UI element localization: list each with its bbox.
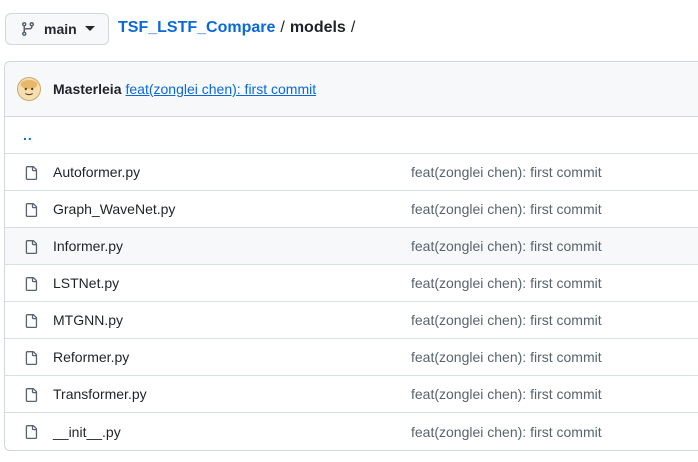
caret-down-icon: [84, 26, 95, 32]
latest-commit-header: Masterleia feat(zonglei chen): first com…: [5, 62, 698, 117]
file-last-commit-link[interactable]: feat(zonglei chen): first commit: [411, 386, 602, 402]
file-last-commit-link[interactable]: feat(zonglei chen): first commit: [411, 164, 602, 180]
file-name-link[interactable]: Autoformer.py: [53, 164, 140, 180]
file-last-commit-link[interactable]: feat(zonglei chen): first commit: [411, 238, 602, 254]
file-icon: [24, 350, 38, 366]
avatar[interactable]: [17, 77, 41, 101]
breadcrumb-repo-link[interactable]: TSF_LSTF_Compare: [118, 19, 275, 37]
file-icon: [24, 239, 38, 255]
commit-author[interactable]: Masterleia: [53, 81, 121, 97]
breadcrumb-separator: /: [280, 19, 285, 36]
file-icon: [24, 165, 38, 181]
file-icon: [24, 387, 38, 403]
file-icon: [24, 424, 38, 440]
file-name-link[interactable]: Transformer.py: [53, 386, 147, 402]
file-row[interactable]: Informer.py feat(zonglei chen): first com…: [5, 228, 698, 265]
file-row[interactable]: Transformer.py feat(zonglei chen): first …: [5, 376, 698, 413]
file-icon: [24, 276, 38, 292]
branch-name: main: [44, 21, 77, 37]
parent-directory-link[interactable]: ..: [23, 127, 33, 143]
file-last-commit-link[interactable]: feat(zonglei chen): first commit: [411, 201, 602, 217]
file-list-box: Masterleia feat(zonglei chen): first com…: [4, 61, 698, 451]
breadcrumb-trailing-separator: /: [350, 19, 356, 36]
file-icon: [24, 313, 38, 329]
branch-selector-button[interactable]: main: [5, 13, 109, 45]
file-row[interactable]: Reformer.py feat(zonglei chen): first com…: [5, 339, 698, 376]
file-last-commit-link[interactable]: feat(zonglei chen): first commit: [411, 349, 602, 365]
breadcrumb: TSF_LSTF_Compare / models /: [118, 19, 360, 37]
file-row[interactable]: __init__.py feat(zonglei chen): first com…: [5, 413, 698, 450]
latest-commit-message-link[interactable]: feat(zonglei chen): first commit: [125, 81, 316, 97]
file-name-link[interactable]: MTGNN.py: [53, 312, 123, 328]
breadcrumb-current-dir: models: [289, 19, 346, 36]
file-rows: Autoformer.py feat(zonglei chen): first c…: [5, 154, 698, 450]
file-name-link[interactable]: __init__.py: [53, 424, 121, 440]
file-last-commit-link[interactable]: feat(zonglei chen): first commit: [411, 424, 602, 440]
repo-topbar: main TSF_LSTF_Compare / models /: [0, 0, 698, 60]
parent-directory-row[interactable]: ..: [5, 117, 698, 154]
file-name-link[interactable]: LSTNet.py: [53, 275, 119, 291]
file-name-link[interactable]: Informer.py: [53, 238, 123, 254]
file-last-commit-link[interactable]: feat(zonglei chen): first commit: [411, 275, 602, 291]
file-row[interactable]: Autoformer.py feat(zonglei chen): first c…: [5, 154, 698, 191]
file-name-link[interactable]: Graph_WaveNet.py: [53, 201, 175, 217]
git-branch-icon: [20, 21, 36, 37]
file-icon: [24, 202, 38, 218]
file-name-link[interactable]: Reformer.py: [53, 349, 129, 365]
file-last-commit-link[interactable]: feat(zonglei chen): first commit: [411, 312, 602, 328]
file-row[interactable]: LSTNet.py feat(zonglei chen): first commi…: [5, 265, 698, 302]
file-row[interactable]: MTGNN.py feat(zonglei chen): first commit: [5, 302, 698, 339]
file-row[interactable]: Graph_WaveNet.py feat(zonglei chen): firs…: [5, 191, 698, 228]
